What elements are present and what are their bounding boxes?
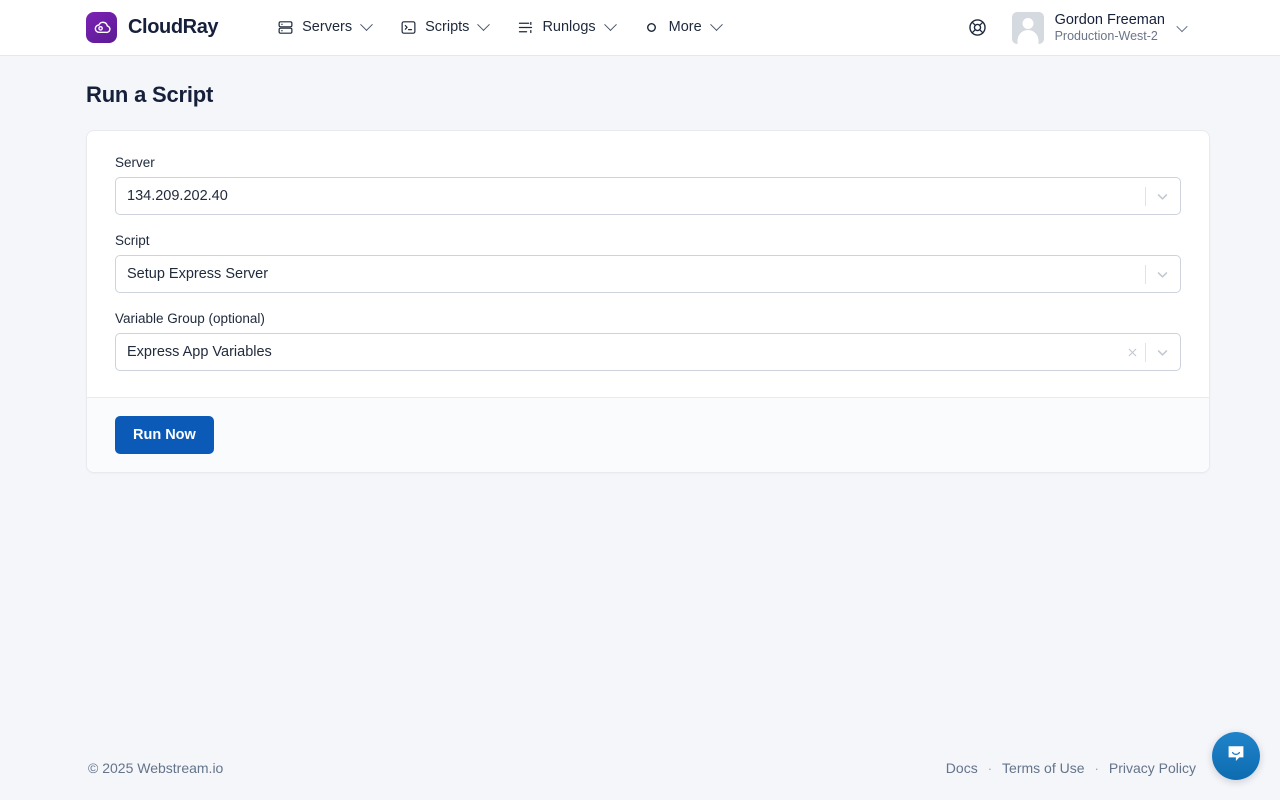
user-meta: Gordon Freeman Production-West-2: [1055, 11, 1165, 45]
circle-icon: [643, 19, 661, 37]
brand-logo-link[interactable]: CloudRay: [86, 12, 218, 43]
avatar-placeholder-icon: [1012, 12, 1044, 44]
footer-separator: ·: [1091, 761, 1103, 776]
footer-links: Docs · Terms of Use · Privacy Policy: [940, 760, 1202, 776]
lifebuoy-icon[interactable]: [965, 15, 991, 41]
field-script-label: Script: [115, 233, 1181, 248]
app-root: CloudRay Servers: [0, 0, 1280, 800]
nav-item-runlogs-label: Runlogs: [542, 20, 595, 35]
nav-item-more[interactable]: More: [629, 11, 735, 45]
top-navbar: CloudRay Servers: [0, 0, 1280, 56]
field-variable-group: Variable Group (optional) Express App Va…: [115, 311, 1181, 371]
nav-item-servers[interactable]: Servers: [262, 11, 385, 45]
header-right-cluster: Gordon Freeman Production-West-2: [965, 8, 1192, 48]
chat-launcher-button[interactable]: [1212, 732, 1260, 780]
chevron-down-icon: [604, 18, 617, 31]
brand-name: CloudRay: [128, 16, 218, 39]
variable-group-select[interactable]: Express App Variables: [115, 333, 1181, 371]
cloud-logo-icon: [86, 12, 117, 43]
user-name: Gordon Freeman: [1055, 11, 1165, 29]
server-select-value: 134.209.202.40: [127, 188, 1145, 204]
field-variable-group-label: Variable Group (optional): [115, 311, 1181, 326]
page-footer: © 2025 Webstream.io Docs · Terms of Use …: [0, 736, 1280, 800]
footer-link-privacy[interactable]: Privacy Policy: [1103, 760, 1202, 776]
user-org: Production-West-2: [1055, 29, 1165, 45]
nav-item-scripts[interactable]: Scripts: [385, 11, 502, 45]
field-server: Server 134.209.202.40: [115, 155, 1181, 215]
nav-item-servers-label: Servers: [302, 20, 352, 35]
script-select-value: Setup Express Server: [127, 266, 1145, 282]
chat-bubble-icon: [1224, 742, 1248, 771]
footer-link-docs[interactable]: Docs: [940, 760, 984, 776]
nav-item-more-label: More: [669, 20, 702, 35]
card-footer: Run Now: [87, 397, 1209, 472]
nav-item-scripts-label: Scripts: [425, 20, 469, 35]
terminal-icon: [399, 19, 417, 37]
field-server-label: Server: [115, 155, 1181, 170]
chevron-down-icon[interactable]: [1146, 256, 1178, 292]
chevron-down-icon[interactable]: [1146, 178, 1178, 214]
script-select[interactable]: Setup Express Server: [115, 255, 1181, 293]
user-menu[interactable]: Gordon Freeman Production-West-2: [1009, 8, 1192, 48]
chevron-down-icon[interactable]: [1146, 334, 1178, 370]
nav-item-runlogs[interactable]: Runlogs: [502, 11, 628, 45]
chevron-down-icon: [360, 18, 373, 31]
run-script-form: Server 134.209.202.40 Script: [87, 131, 1209, 397]
footer-link-terms[interactable]: Terms of Use: [996, 760, 1090, 776]
chevron-down-icon: [710, 18, 723, 31]
main-content: Run a Script Server 134.209.202.40: [0, 56, 1280, 736]
main-nav: Servers Scripts: [262, 11, 735, 45]
run-now-button[interactable]: Run Now: [115, 416, 214, 454]
field-script: Script Setup Express Server: [115, 233, 1181, 293]
run-script-card: Server 134.209.202.40 Script: [86, 130, 1210, 473]
footer-separator: ·: [984, 761, 996, 776]
chevron-down-icon: [478, 18, 491, 31]
log-list-icon: [516, 19, 534, 37]
page-title: Run a Script: [86, 82, 1202, 108]
server-stack-icon: [276, 19, 294, 37]
variable-group-select-value: Express App Variables: [127, 344, 1119, 360]
copyright-text: © 2025 Webstream.io: [88, 760, 223, 776]
server-select[interactable]: 134.209.202.40: [115, 177, 1181, 215]
chevron-down-icon: [1176, 20, 1187, 31]
clear-icon[interactable]: [1119, 334, 1145, 370]
